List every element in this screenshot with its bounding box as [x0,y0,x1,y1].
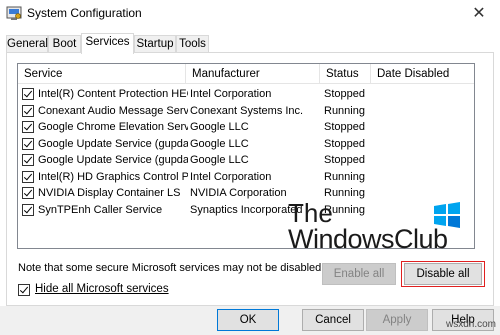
table-row[interactable]: Google Update Service (gupdatem) Google … [18,152,474,169]
ok-button[interactable]: OK [217,309,279,331]
tab-general[interactable]: General [6,35,48,53]
service-checkbox[interactable] [22,104,34,117]
table-row[interactable]: Google Chrome Elevation Servic... Google… [18,119,474,136]
tab-startup[interactable]: Startup [134,35,176,53]
service-manufacturer: Conexant Systems Inc. [190,104,304,117]
tab-strip: General Boot Services Startup Tools [6,33,496,54]
enable-all-button[interactable]: Enable all [322,263,396,285]
service-name: Google Chrome Elevation Servic... [38,121,188,133]
table-row[interactable]: Conexant Audio Message Service Conexant … [18,103,474,120]
table-row[interactable]: Intel(R) HD Graphics Control Pa... Intel… [18,169,474,186]
tab-services[interactable]: Services [81,33,134,54]
window-title: System Configuration [27,6,142,20]
table-row[interactable]: Google Update Service (gupdate) Google L… [18,136,474,153]
service-manufacturer: Intel Corporation [190,170,272,183]
service-checkbox[interactable] [22,121,34,133]
column-header-date-disabled[interactable]: Date Disabled [371,64,474,84]
service-status: Stopped [324,137,365,150]
service-status: Running [324,170,365,183]
cancel-button[interactable]: Cancel [302,309,364,331]
column-header-service[interactable]: Service [18,64,186,84]
service-checkbox[interactable] [22,137,34,150]
msconfig-icon [6,6,22,20]
title-bar: System Configuration ✕ [0,0,500,27]
source-watermark: wsxdn.com [445,319,496,330]
service-checkbox[interactable] [22,187,34,199]
service-name: Conexant Audio Message Service [38,104,188,117]
watermark-logo-icon [434,202,460,228]
service-name: Intel(R) Content Protection HEC... [38,88,188,100]
disable-all-button[interactable]: Disable all [404,263,482,285]
service-manufacturer: Intel Corporation [190,88,272,100]
service-checkbox[interactable] [22,154,34,166]
service-checkbox[interactable] [22,203,34,216]
service-name: Google Update Service (gupdatem) [38,154,188,166]
column-header-status[interactable]: Status [320,64,371,84]
watermark-line2: WindowsClub [288,224,448,254]
tab-tools[interactable]: Tools [176,35,209,53]
service-manufacturer: Google LLC [190,154,249,166]
service-manufacturer: Google LLC [190,121,249,133]
table-row[interactable]: Intel(R) Content Protection HEC... Intel… [18,86,474,103]
column-header-manufacturer[interactable]: Manufacturer [186,64,320,84]
service-name: Intel(R) HD Graphics Control Pa... [38,170,188,183]
service-status: Stopped [324,154,365,166]
service-checkbox[interactable] [22,170,34,183]
service-name: NVIDIA Display Container LS [38,187,181,199]
close-button[interactable]: ✕ [458,0,500,27]
watermark: The WindowsClub [288,198,478,258]
apply-button[interactable]: Apply [366,309,428,331]
hide-microsoft-label[interactable]: Hide all Microsoft services [35,283,169,295]
service-manufacturer: Google LLC [190,137,249,150]
service-checkbox[interactable] [22,88,34,100]
service-name: SynTPEnh Caller Service [38,203,163,216]
service-status: Stopped [324,88,365,100]
hide-microsoft-checkbox[interactable] [18,284,30,296]
service-name: Google Update Service (gupdate) [38,137,188,150]
tab-boot[interactable]: Boot [48,35,81,53]
service-status: Stopped [324,121,365,133]
list-header: Service Manufacturer Status Date Disable… [18,64,474,84]
secure-services-note: Note that some secure Microsoft services… [18,262,325,274]
service-status: Running [324,104,365,117]
